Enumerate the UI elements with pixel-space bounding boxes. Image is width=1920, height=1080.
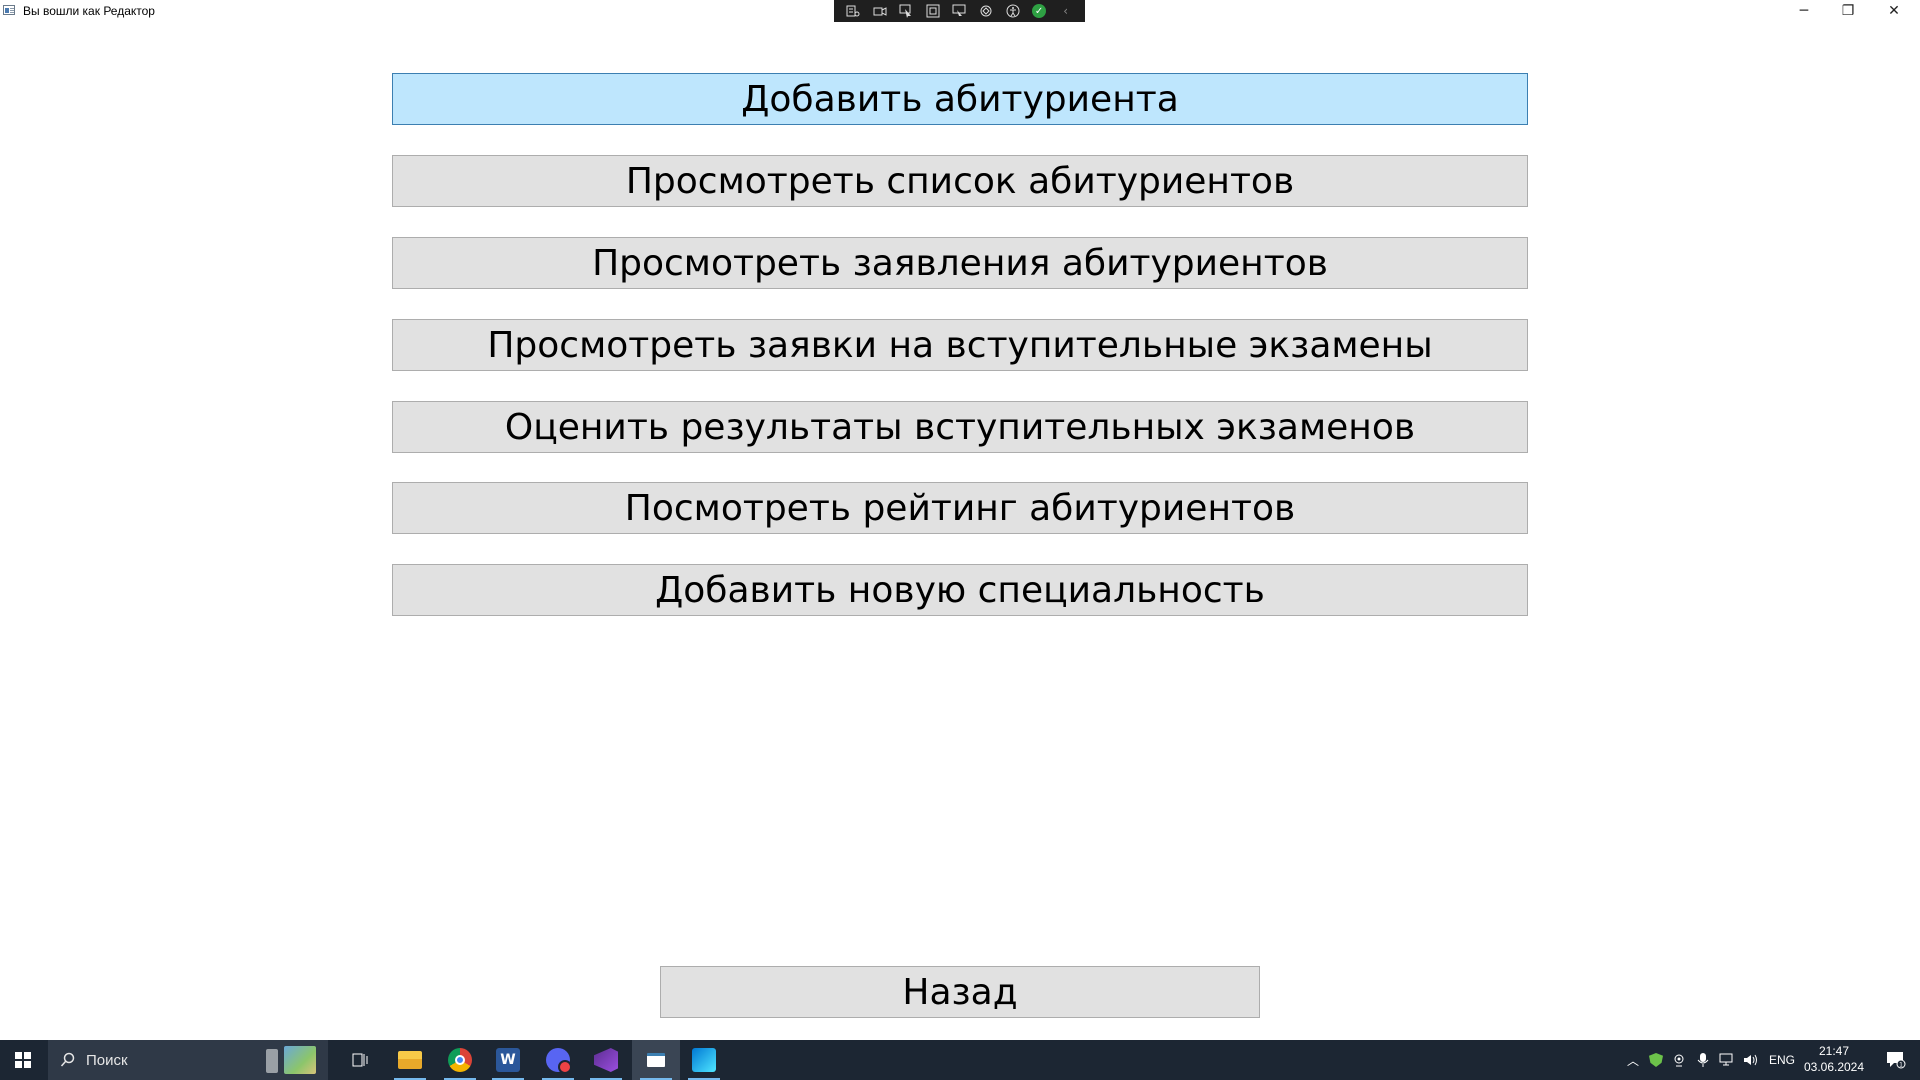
- security-tray-button[interactable]: [1645, 1040, 1667, 1080]
- window-title: Вы вошли как Редактор: [23, 4, 155, 18]
- search-highlight-icon: [266, 1049, 278, 1073]
- select-element-icon[interactable]: [898, 4, 914, 18]
- app-window-icon: [647, 1053, 665, 1067]
- view-applicants-list-button[interactable]: Просмотреть список абитуриентов: [392, 155, 1528, 207]
- visual-studio-icon: [594, 1048, 618, 1072]
- taskbar-search-box[interactable]: Поиск: [48, 1040, 328, 1080]
- shield-icon: [1649, 1053, 1663, 1067]
- camera-icon: [1674, 1054, 1684, 1067]
- notifications-button[interactable]: 1: [1876, 1040, 1916, 1080]
- evaluate-exam-results-button[interactable]: Оценить результаты вступительных экзамен…: [392, 401, 1528, 453]
- task-view-icon: [352, 1053, 368, 1067]
- show-hidden-icons-button[interactable]: ︿: [1622, 1040, 1644, 1080]
- clock[interactable]: 21:47 03.06.2024: [1798, 1043, 1870, 1075]
- back-button[interactable]: Назад: [660, 966, 1260, 1018]
- clock-date: 03.06.2024: [1803, 1060, 1865, 1074]
- app-window-icon: [3, 5, 15, 15]
- start-button[interactable]: [0, 1040, 46, 1080]
- accessibility-icon[interactable]: [1005, 4, 1021, 18]
- track-focus-icon[interactable]: [951, 4, 967, 18]
- search-placeholder: Поиск: [86, 1051, 128, 1069]
- search-highlight-image: [284, 1046, 316, 1074]
- file-explorer-button[interactable]: [386, 1040, 434, 1080]
- notification-icon: 1: [1887, 1052, 1906, 1069]
- view-exam-requests-button[interactable]: Просмотреть заявки на вступительные экза…: [392, 319, 1528, 371]
- add-specialty-button[interactable]: Добавить новую специальность: [392, 564, 1528, 616]
- word-button[interactable]: W: [484, 1040, 532, 1080]
- svg-text:1: 1: [1899, 1062, 1903, 1069]
- add-applicant-button[interactable]: Добавить абитуриента: [392, 73, 1528, 125]
- volume-icon: [1744, 1054, 1757, 1066]
- taskbar: Поиск W ︿ ENG 21:47 03.06.2024 1: [0, 1040, 1920, 1080]
- live-visual-tree-icon[interactable]: [845, 4, 861, 18]
- windows-logo-icon: [15, 1052, 31, 1068]
- discord-button[interactable]: [534, 1040, 582, 1080]
- language-indicator[interactable]: ENG: [1764, 1040, 1800, 1080]
- network-tray-button[interactable]: [1716, 1040, 1738, 1080]
- close-button[interactable]: ✕: [1872, 0, 1916, 22]
- status-check-icon: ✓: [1031, 4, 1047, 18]
- azure-data-studio-button[interactable]: [680, 1040, 728, 1080]
- maximize-button[interactable]: ❐: [1826, 0, 1870, 22]
- overlay-toolbar: ✓ ‹: [834, 0, 1085, 22]
- search-icon: [60, 1052, 76, 1068]
- video-icon[interactable]: [872, 4, 888, 18]
- azure-data-studio-icon: [692, 1048, 716, 1072]
- webcam-tray-button[interactable]: [1668, 1040, 1690, 1080]
- network-icon: [1719, 1053, 1733, 1066]
- chevron-up-icon: ︿: [1626, 1053, 1639, 1068]
- chrome-icon: [448, 1048, 472, 1072]
- task-view-button[interactable]: [336, 1040, 384, 1080]
- microphone-icon: [1697, 1053, 1709, 1067]
- display-layout-icon[interactable]: [925, 4, 941, 18]
- visual-studio-button[interactable]: [582, 1040, 630, 1080]
- discord-icon: [546, 1048, 572, 1074]
- volume-tray-button[interactable]: [1740, 1040, 1762, 1080]
- view-rating-button[interactable]: Посмотреть рейтинг абитуриентов: [392, 482, 1528, 534]
- clock-time: 21:47: [1818, 1044, 1850, 1058]
- current-app-button[interactable]: [632, 1040, 680, 1080]
- microphone-tray-button[interactable]: [1692, 1040, 1714, 1080]
- chrome-button[interactable]: [436, 1040, 484, 1080]
- collapse-chevron-icon[interactable]: ‹: [1058, 4, 1074, 18]
- hot-reload-icon[interactable]: [978, 4, 994, 18]
- file-explorer-icon: [398, 1051, 422, 1069]
- view-applications-button[interactable]: Просмотреть заявления абитуриентов: [392, 237, 1528, 289]
- word-icon: W: [496, 1048, 520, 1072]
- minimize-button[interactable]: ─: [1782, 0, 1826, 22]
